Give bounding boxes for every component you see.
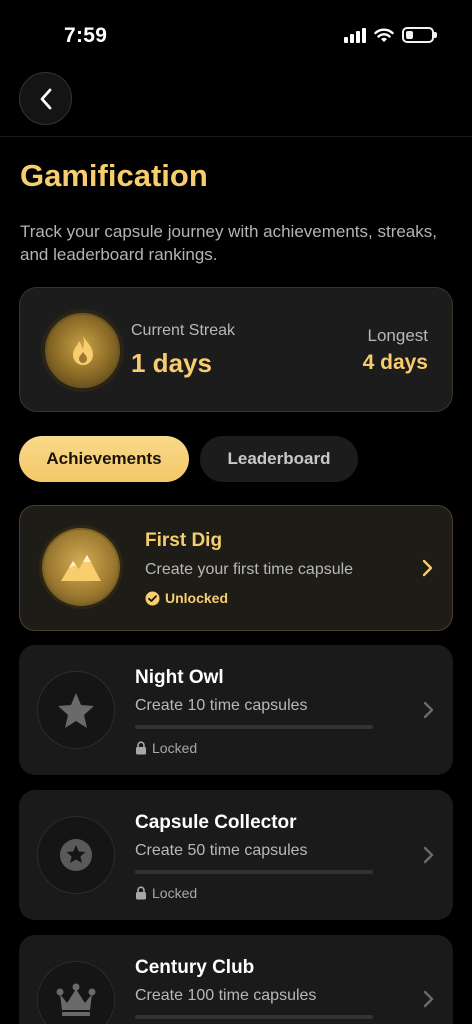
longest-streak-label: Longest xyxy=(367,326,429,345)
achievement-card-capsule-collector[interactable]: Capsule Collector Create 50 time capsule… xyxy=(19,790,453,920)
crown-icon xyxy=(56,983,96,1016)
streak-medal xyxy=(45,313,120,388)
chevron-right-icon xyxy=(422,559,433,577)
achievement-status: Locked xyxy=(135,740,197,756)
star-badge-icon xyxy=(60,839,92,871)
achievement-medal xyxy=(37,961,115,1024)
flame-icon xyxy=(72,334,93,365)
lock-icon xyxy=(136,741,146,755)
streak-card: Current Streak 1 days Longest 4 days xyxy=(19,287,453,412)
star-icon xyxy=(58,693,94,728)
achievement-status-label: Unlocked xyxy=(165,590,229,606)
mountains-icon xyxy=(61,555,101,581)
status-time: 7:59 xyxy=(64,24,108,47)
achievement-card-first-dig[interactable]: First Dig Create your first time capsule… xyxy=(19,505,453,631)
longest-streak-value: 4 days xyxy=(362,351,428,374)
current-streak-value: 1 days xyxy=(131,348,212,378)
battery-icon xyxy=(402,27,437,43)
achievement-description: Create your first time capsule xyxy=(145,561,354,578)
page-subtitle: Track your capsule journey with achievem… xyxy=(20,222,437,264)
achievement-medal xyxy=(37,816,115,894)
chevron-right-icon xyxy=(423,990,434,1008)
page-title: Gamification xyxy=(20,158,208,193)
achievement-description: Create 50 time capsules xyxy=(135,842,308,859)
achievement-status: Unlocked xyxy=(145,590,228,606)
achievement-description: Create 100 time capsules xyxy=(135,987,317,1004)
chevron-right-icon xyxy=(423,846,434,864)
achievement-title: Century Club xyxy=(135,957,255,978)
achievement-progress-bar xyxy=(135,1015,373,1019)
gamification-screen: 7:59 Gamification Track your capsule jou… xyxy=(0,0,472,1024)
tab-achievements[interactable]: Achievements xyxy=(19,436,189,482)
check-circle-icon xyxy=(145,591,160,605)
achievement-title: Night Owl xyxy=(135,667,224,688)
signal-icon xyxy=(344,27,366,43)
achievement-status-label: Locked xyxy=(152,740,198,756)
achievement-card-night-owl[interactable]: Night Owl Create 10 time capsules Locked xyxy=(19,645,453,775)
achievement-status-label: Locked xyxy=(152,885,198,901)
chevron-right-icon xyxy=(423,701,434,719)
status-bar: 7:59 xyxy=(0,0,472,70)
achievement-status: Locked xyxy=(135,885,197,901)
achievement-card-century-club[interactable]: Century Club Create 100 time capsules xyxy=(19,935,453,1024)
achievement-description: Create 10 time capsules xyxy=(135,697,308,714)
status-icons xyxy=(344,27,437,43)
lock-icon xyxy=(136,886,146,900)
achievement-medal xyxy=(37,671,115,749)
back-button[interactable] xyxy=(19,72,72,125)
achievement-title: Capsule Collector xyxy=(135,812,297,833)
chevron-left-icon xyxy=(40,88,51,109)
wifi-icon xyxy=(374,28,394,42)
achievement-medal xyxy=(42,528,120,606)
current-streak-label: Current Streak xyxy=(131,322,236,339)
tab-leaderboard[interactable]: Leaderboard xyxy=(200,436,358,482)
nav-bar xyxy=(0,70,472,137)
achievement-progress-bar xyxy=(135,870,373,874)
achievement-title: First Dig xyxy=(145,530,223,551)
achievement-progress-bar xyxy=(135,725,373,729)
